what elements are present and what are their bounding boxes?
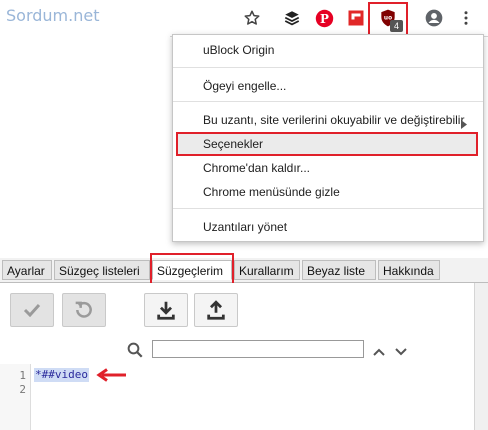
red-arrow-annotation-icon bbox=[96, 368, 128, 387]
flipboard-icon[interactable] bbox=[346, 8, 366, 28]
dashboard-tab-bar: Ayarlar Süzgeç listeleri Süzgeçlerim Kur… bbox=[0, 258, 488, 283]
menu-item-remove-from-chrome[interactable]: Chrome'dan kaldır... bbox=[203, 157, 310, 179]
ublock-badge: 4 bbox=[390, 20, 403, 32]
vertical-scrollbar[interactable] bbox=[474, 283, 488, 430]
menu-item-ublock-origin[interactable]: uBlock Origin bbox=[203, 39, 274, 61]
watermark-text: Sordum.net bbox=[6, 6, 100, 25]
menu-item-options[interactable]: Seçenekler bbox=[203, 133, 263, 155]
browser-toolbar: P uo 4 bbox=[170, 0, 488, 37]
menu-item-site-access[interactable]: Bu uzantı, site verilerini okuyabilir ve… bbox=[203, 109, 464, 131]
export-button[interactable] bbox=[194, 293, 238, 327]
svg-text:P: P bbox=[320, 11, 329, 25]
star-icon[interactable] bbox=[242, 8, 262, 28]
pinterest-icon[interactable]: P bbox=[314, 8, 334, 28]
download-icon bbox=[157, 301, 175, 320]
menu-item-manage-extensions[interactable]: Uzantıları yönet bbox=[203, 216, 287, 238]
search-input[interactable] bbox=[152, 340, 364, 358]
chevron-up-icon[interactable] bbox=[372, 344, 386, 362]
line-number-gutter: 1 2 bbox=[0, 364, 31, 430]
menu-separator bbox=[173, 101, 483, 102]
import-button[interactable] bbox=[144, 293, 188, 327]
filter-line[interactable]: *##video bbox=[34, 368, 89, 382]
tab-about[interactable]: Hakkında bbox=[378, 260, 440, 280]
active-tab-highlight-box bbox=[150, 253, 234, 287]
filters-action-bar bbox=[0, 283, 474, 335]
menu-item-block-element[interactable]: Ögeyi engelle... bbox=[203, 75, 286, 97]
layers-extension-icon[interactable] bbox=[282, 8, 302, 28]
line-number: 2 bbox=[19, 383, 26, 396]
chevron-down-icon[interactable] bbox=[394, 344, 408, 362]
undo-icon bbox=[75, 301, 92, 318]
tab-settings[interactable]: Ayarlar bbox=[2, 260, 52, 280]
editor-find-bar bbox=[0, 337, 474, 363]
search-icon bbox=[126, 341, 144, 364]
tab-my-rules[interactable]: Kurallarım bbox=[234, 260, 300, 280]
tab-whitelist[interactable]: Beyaz liste bbox=[302, 260, 376, 280]
menu-separator bbox=[173, 67, 483, 68]
filters-editor[interactable]: 1 2 *##video bbox=[0, 364, 474, 430]
extension-context-menu: uBlock Origin Ögeyi engelle... Bu uzantı… bbox=[172, 34, 484, 242]
checkmark-icon bbox=[23, 303, 41, 317]
line-number: 1 bbox=[19, 369, 26, 382]
revert-changes-button[interactable] bbox=[62, 293, 106, 327]
tab-filter-lists[interactable]: Süzgeç listeleri bbox=[54, 260, 150, 280]
menu-item-hide-in-menu[interactable]: Chrome menüsünde gizle bbox=[203, 181, 340, 203]
upload-icon bbox=[207, 300, 225, 320]
menu-separator bbox=[173, 208, 483, 209]
more-vert-icon[interactable] bbox=[456, 8, 476, 28]
apply-changes-button[interactable] bbox=[10, 293, 54, 327]
account-icon[interactable] bbox=[424, 8, 444, 28]
